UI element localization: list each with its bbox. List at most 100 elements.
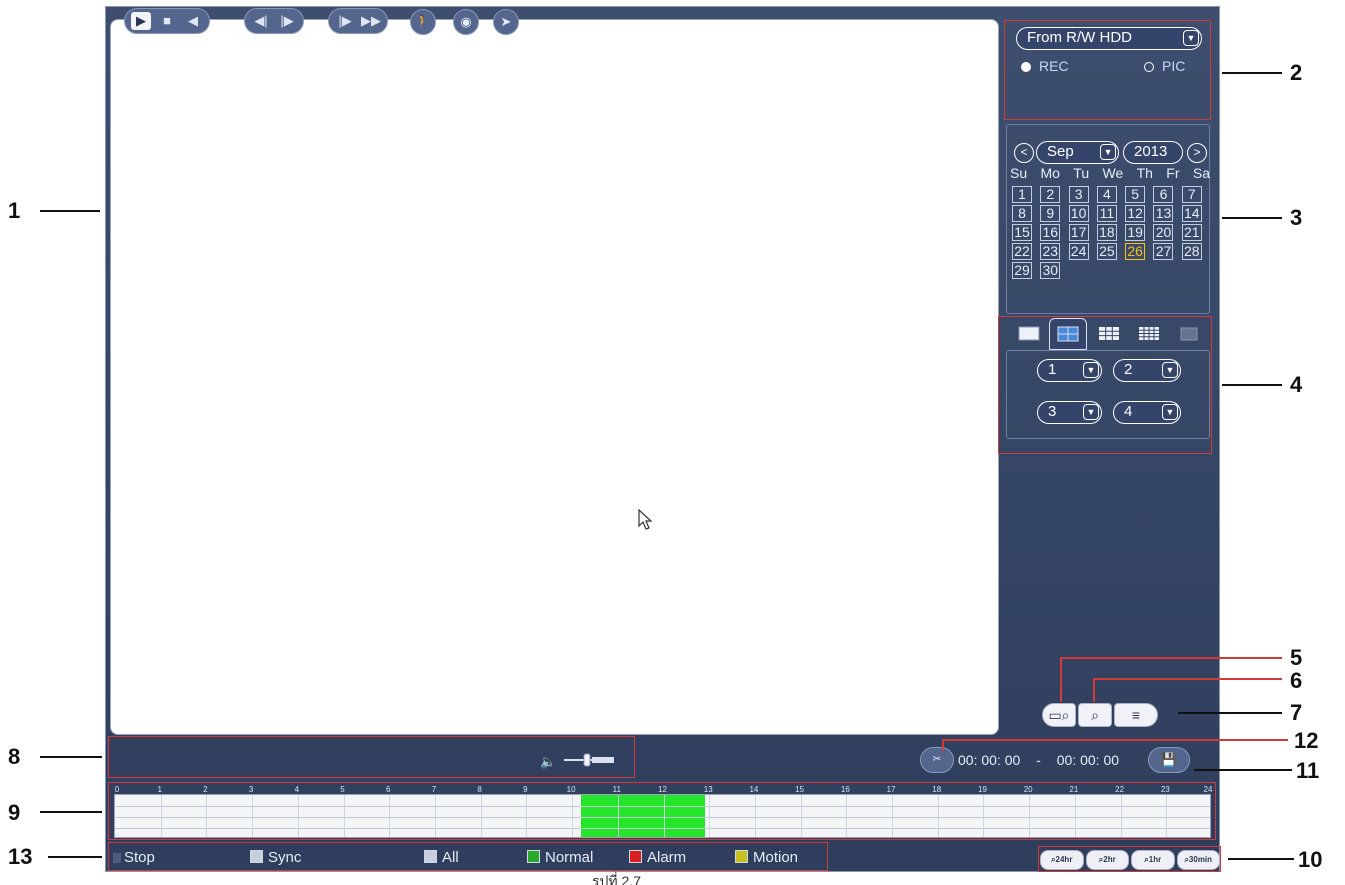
snapshot-icon[interactable]: ◉ [453,9,479,35]
hour-divider [937,795,939,837]
hour-divider [434,795,436,837]
next-frame-icon[interactable]: |▶ [277,12,297,30]
calendar-day[interactable]: 3 [1068,186,1089,203]
year-select[interactable]: 2013 [1123,141,1183,164]
calendar-day[interactable]: 14 [1181,205,1202,222]
hour-tick-label: 4 [294,785,300,794]
backward-icon[interactable]: ◀ [183,12,203,30]
legend-outline [108,842,828,871]
hour-tick-label: 5 [340,785,345,794]
weekday-label: Mo [1040,165,1060,181]
source-select[interactable]: From R/W HDD ▼ [1016,27,1202,50]
hour-divider [892,795,894,837]
nine-window-icon[interactable] [1095,322,1123,344]
channel-select-4[interactable]: 4 ▼ [1113,401,1181,424]
weekday-label: Th [1136,165,1153,181]
calendar-day[interactable]: 23 [1040,243,1061,260]
calendar-day[interactable]: 25 [1096,243,1117,260]
calendar-day[interactable]: 22 [1012,243,1032,260]
sync-checkbox[interactable]: Sync [250,849,301,866]
hour-tick-label: 2 [203,785,208,794]
mark-search-button[interactable]: ⌕ [1078,703,1112,727]
frame-controls: ◀| |▶ [244,8,304,34]
calendar-day[interactable]: 21 [1181,224,1202,241]
recorded-segment[interactable] [581,795,705,837]
callout-line-8 [40,756,102,758]
smart-search-icon[interactable]: 🚶 [410,9,436,35]
calendar-day[interactable]: 2 [1040,186,1061,203]
stop-icon[interactable]: ■ [157,12,177,30]
calendar-day[interactable]: 13 [1153,205,1174,222]
full-window-icon[interactable] [1175,322,1203,344]
calendar-day[interactable]: 26 [1125,243,1146,260]
volume-slider[interactable] [562,752,618,768]
calendar-day[interactable]: 29 [1012,262,1032,279]
zoom-1hr-button[interactable]: ⌕1hr [1131,850,1175,870]
radio-rec[interactable]: REC [1021,58,1069,74]
volume-icon[interactable]: 🔈 [540,754,556,770]
calendar-day[interactable]: 27 [1153,243,1174,260]
callout-line-12 [942,739,1288,741]
calendar-day[interactable]: 15 [1012,224,1032,241]
channel-select-1[interactable]: 1 ▼ [1037,359,1102,382]
calendar-day[interactable]: 8 [1012,205,1032,222]
calendar-day[interactable]: 20 [1153,224,1174,241]
calendar-day[interactable]: 4 [1096,186,1117,203]
four-window-icon[interactable] [1049,318,1087,350]
radio-pic[interactable]: PIC [1144,58,1185,74]
calendar-day[interactable]: 30 [1040,262,1061,279]
play-icon[interactable]: ▶ [131,12,151,30]
calendar-day[interactable]: 5 [1125,186,1146,203]
channel-value-3: 3 [1048,403,1057,420]
chevron-left-icon[interactable]: < [1014,143,1034,163]
all-checkbox[interactable]: All [424,849,459,866]
callout-12: 12 [1294,728,1319,753]
figure-caption: รูปที่ 2.7 [592,873,641,885]
month-select[interactable]: Sep ▼ [1036,141,1119,164]
calendar-day[interactable]: 7 [1181,186,1202,203]
motion-checkbox[interactable]: Motion [735,849,798,866]
calendar-day[interactable]: 9 [1040,205,1061,222]
weekday-label: Fr [1166,165,1180,181]
clip-start-time: 00: 00: 00 [958,752,1021,768]
hour-tick-label: 17 [886,785,896,794]
callout-line-10 [1228,858,1294,860]
file-list-button[interactable]: ≡ [1114,703,1158,727]
calendar-day[interactable]: 1 [1012,186,1032,203]
callout-8: 8 [8,744,21,769]
record-timeline[interactable] [114,794,1211,838]
channel-select-3[interactable]: 3 ▼ [1037,401,1102,424]
channel-select-2[interactable]: 2 ▼ [1113,359,1181,382]
video-display-area[interactable] [110,19,999,735]
alarm-checkbox[interactable]: Alarm [629,849,686,866]
calendar-day[interactable]: 17 [1068,224,1089,241]
fast-icon[interactable]: ▶▶ [361,12,381,30]
calendar-day[interactable]: 24 [1068,243,1089,260]
zoom-2hr-button[interactable]: ⌕2hr [1085,850,1129,870]
calendar-day[interactable]: 18 [1096,224,1117,241]
callout-13: 13 [8,844,33,869]
clip-icon[interactable]: ✂ [920,747,954,773]
zoom-30min-button[interactable]: ⌕30min [1176,850,1220,870]
mark-icon[interactable]: ➤ [493,9,519,35]
calendar-day[interactable]: 10 [1068,205,1089,222]
calendar-day[interactable]: 19 [1125,224,1146,241]
zoom-24hr-button[interactable]: ⌕24hr [1040,850,1084,870]
file-list-icon: ≡ [1131,707,1141,723]
calendar-day[interactable]: 28 [1181,243,1202,260]
chevron-right-icon[interactable]: > [1187,143,1207,163]
prev-frame-icon[interactable]: ◀| [251,12,271,30]
calendar-day[interactable]: 12 [1125,205,1146,222]
callout-line-2 [1222,72,1282,74]
chevron-down-icon: ▼ [1183,30,1199,46]
single-window-icon[interactable] [1015,322,1043,344]
calendar-day[interactable]: 11 [1096,205,1117,222]
slow-icon[interactable]: |▶ [335,12,355,30]
calendar-day[interactable]: 6 [1153,186,1174,203]
calendar-day[interactable]: 16 [1040,224,1061,241]
hour-divider [663,795,665,837]
save-icon[interactable]: 💾 [1148,747,1190,773]
search-button[interactable]: ▭⌕ [1042,703,1076,727]
sixteen-window-icon[interactable] [1135,322,1163,344]
normal-checkbox[interactable]: Normal [527,849,593,866]
